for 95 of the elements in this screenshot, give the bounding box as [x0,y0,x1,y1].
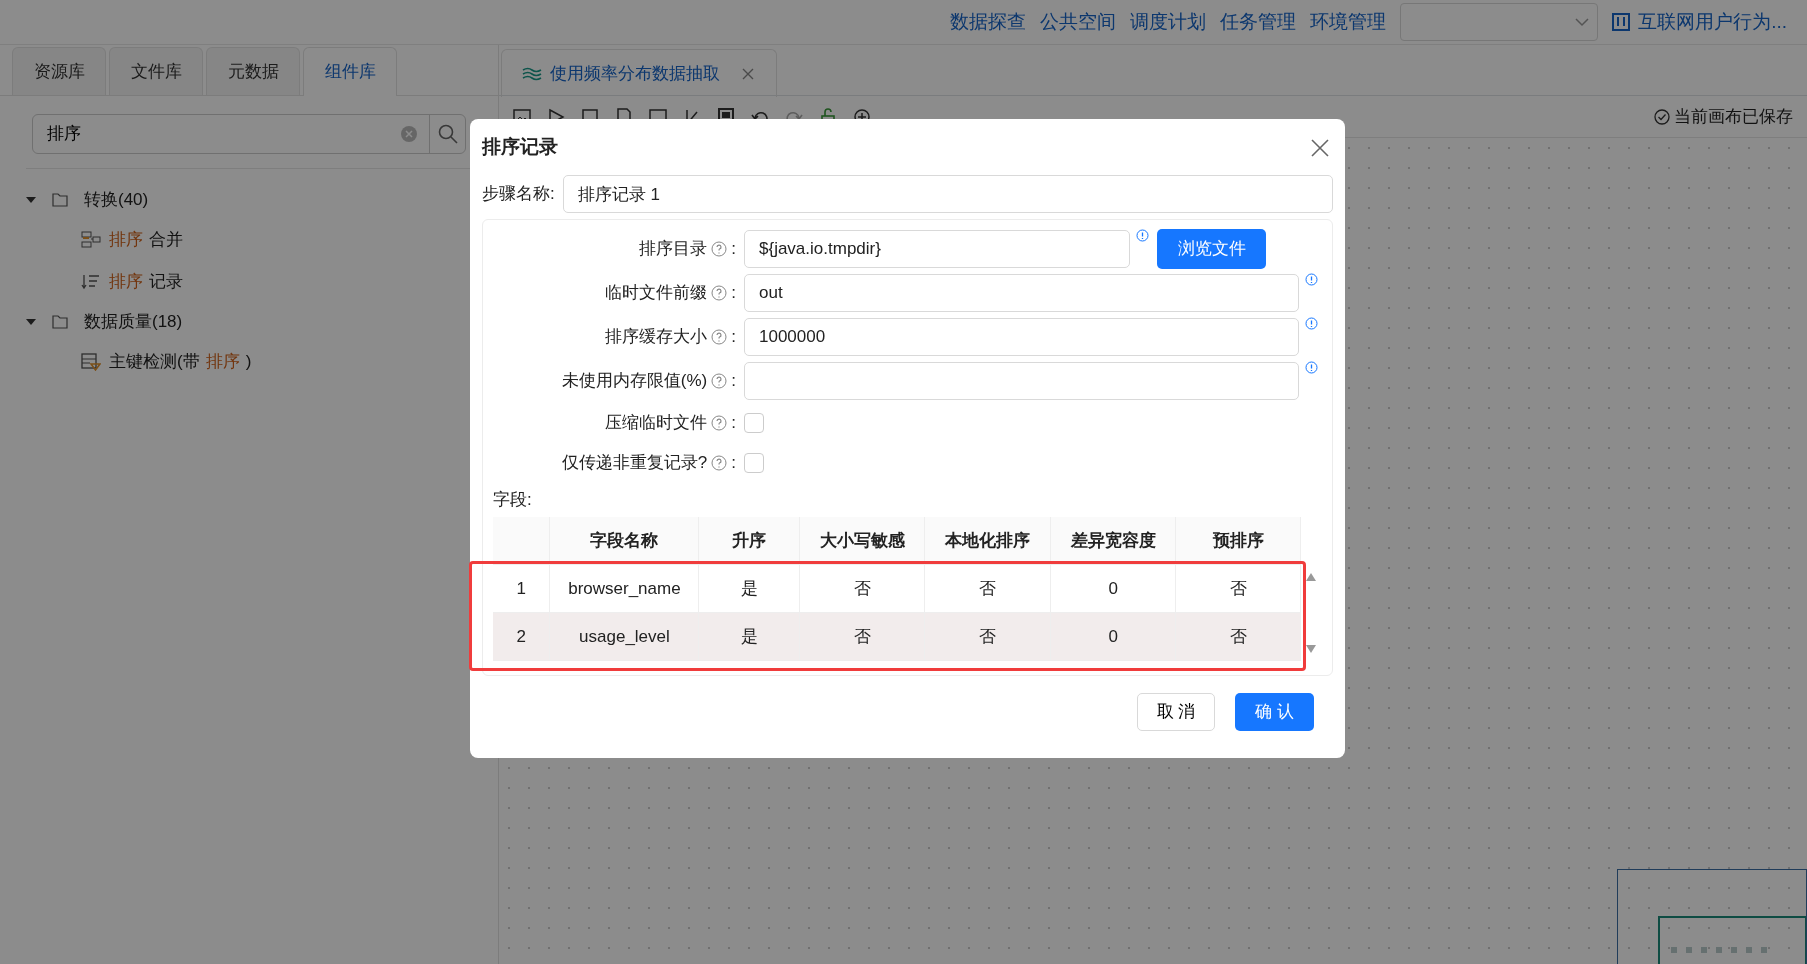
tab[interactable]: 资源库 [12,47,106,95]
field-label: 压缩临时文件 [605,412,708,435]
tab[interactable]: 元数据 [206,47,300,95]
table-cell: 否 [1175,564,1301,613]
table-cell: browser_name [549,564,699,613]
help-icon[interactable] [711,241,728,257]
project-link[interactable]: 互联网用户行为... [1638,7,1787,37]
tree-item[interactable]: 数据质量(18) [84,309,183,335]
nav-link[interactable]: 环境管理 [1310,7,1387,37]
sort-icon [81,273,101,291]
nav-link[interactable]: 数据探查 [950,7,1027,37]
help-icon[interactable] [711,455,728,471]
checkbox[interactable] [744,413,764,433]
table-cell: usage_level [549,612,699,661]
chevron-down-icon [1575,17,1590,27]
table-cell: 否 [924,564,1051,613]
scroll-up-icon[interactable] [1306,572,1316,581]
field-label: 临时文件前缀 [605,282,708,305]
help-icon[interactable] [711,415,728,431]
field-label: 步骤名称: [482,183,555,206]
search-bar[interactable]: 排序 [32,114,466,154]
minimap-drawing[interactable] [1617,869,1807,964]
tab-title[interactable]: 使用频率分布数据抽取 [550,60,720,87]
column-header: 升序 [698,516,800,565]
field-label: 排序目录 [639,238,708,261]
table-cell: 0 [1050,612,1176,661]
tree-item[interactable]: 转换(40) [84,187,149,213]
confirm-button[interactable]: 确 认 [1235,693,1314,731]
folder-icon [52,315,68,329]
nav-link[interactable]: 调度计划 [1130,7,1207,37]
input-field[interactable]: 排序记录 1 [562,175,1333,213]
table-cell: 是 [698,612,800,661]
section-label: 字段: [493,490,532,509]
input-field[interactable]: 1000000 [744,318,1299,356]
tree-item[interactable]: 排序 记录 [109,269,189,295]
help-icon[interactable] [711,373,728,389]
column-header: 差异宽容度 [1050,516,1176,565]
search-field[interactable]: 排序 [33,115,401,153]
scroll-down-icon[interactable] [1306,645,1316,653]
field-label: 排序缓存大小 [605,326,708,349]
board-icon [1612,13,1631,31]
row-number: 1 [493,564,550,613]
field-label: 未使用内存限值(%) [561,370,708,393]
tree-item[interactable]: 主键检测(带 排序 ) [109,349,258,375]
folder-icon [52,193,68,207]
layers-icon [522,66,542,81]
save-status: 当前画布已保存 [1674,105,1793,128]
table-cell: 否 [1175,612,1301,661]
search-icon [437,124,458,144]
close-icon[interactable] [742,67,754,80]
editor-tab[interactable]: 使用频率分布数据抽取 [501,49,777,97]
input-field[interactable]: ${java.io.tmpdir} [744,230,1130,268]
nav-link[interactable]: 公共空间 [1040,7,1117,37]
dialog-title: 排序记录 [482,134,558,159]
table-row[interactable]: 1 browser_name 是 否 否 0 否 [493,564,1301,613]
column-header: 本地化排序 [924,516,1051,565]
help-icon[interactable] [711,329,728,345]
tab[interactable]: 组件库 [303,47,397,96]
cancel-button[interactable]: 取 消 [1137,693,1215,731]
caret-down-icon[interactable] [26,318,36,326]
separator: : [731,326,736,349]
table-cell: 否 [799,564,925,613]
separator: : [731,282,736,305]
field-label: 仅传递非重复记录? [561,452,708,475]
separator: : [731,370,736,393]
help-icon[interactable] [711,285,728,301]
checkbox[interactable] [744,453,764,473]
merge-icon [81,231,101,249]
column-header: 大小写敏感 [799,516,925,565]
browse-button[interactable]: 浏览文件 [1157,229,1266,269]
table-filter-icon [81,353,101,371]
separator: : [731,238,736,261]
info-icon [1305,273,1318,286]
input-field[interactable]: out [744,274,1299,312]
table-cell: 否 [799,612,925,661]
input-field[interactable] [744,362,1299,400]
tab[interactable]: 文件库 [109,47,203,95]
close-icon [1311,138,1329,157]
check-circle-icon [1654,108,1670,125]
info-icon [1305,317,1318,330]
info-icon [1305,361,1318,374]
table-cell: 0 [1050,564,1176,613]
separator: : [731,412,736,435]
table-cell: 是 [698,564,800,613]
column-header: 字段名称 [549,516,699,565]
column-header: 预排序 [1175,516,1301,565]
row-number: 2 [493,612,550,661]
table-cell: 否 [924,612,1051,661]
table-row[interactable]: 2 usage_level 是 否 否 0 否 [493,612,1301,661]
nav-link[interactable]: 任务管理 [1220,7,1297,37]
separator: : [731,452,736,475]
info-icon [1136,229,1149,242]
tree-item[interactable]: 排序 合并 [109,227,189,253]
select-field[interactable] [1400,3,1599,41]
caret-down-icon[interactable] [26,196,36,204]
